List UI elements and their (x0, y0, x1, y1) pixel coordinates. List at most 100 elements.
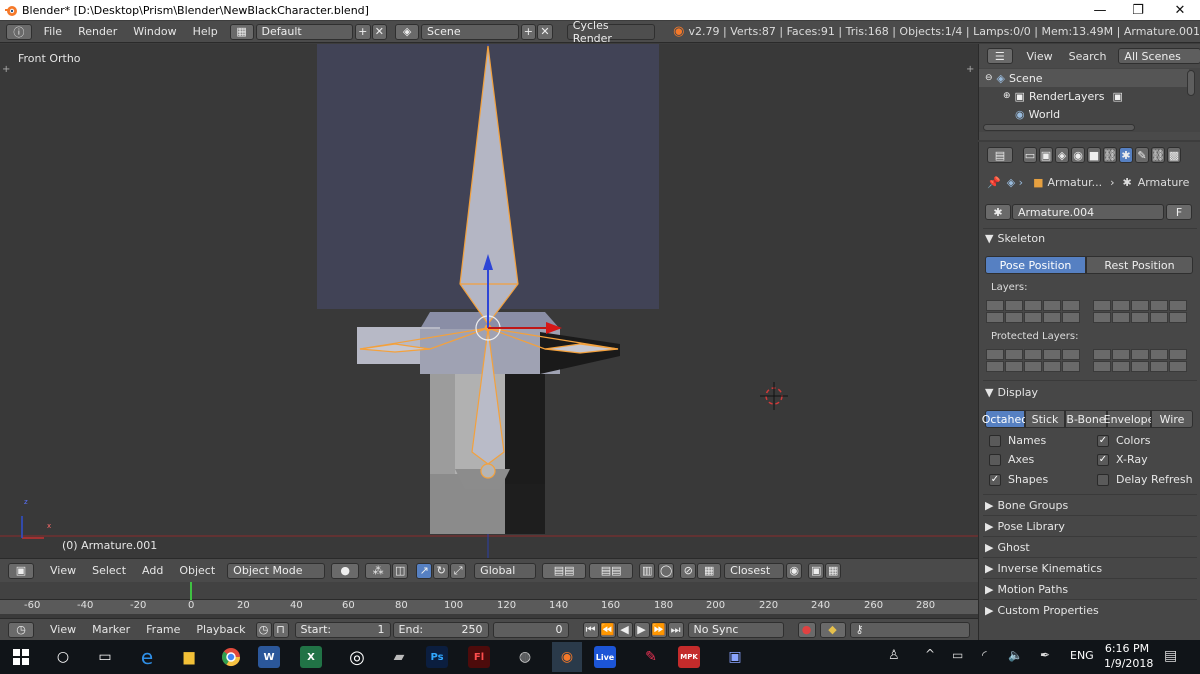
current-frame-field[interactable]: 0 (492, 621, 569, 638)
paint-app-icon[interactable]: ✎ (636, 642, 666, 672)
draw-type-octahedral[interactable]: Octahed (982, 410, 1028, 428)
editor-type-outliner-icon[interactable]: ☰ (987, 48, 1013, 64)
manipulator-rotate-icon[interactable]: ↻ (433, 562, 450, 579)
motion-paths-panel-header[interactable]: ▶ Motion Paths (985, 579, 1195, 599)
draw-type-envelope[interactable]: Envelope (1104, 410, 1154, 428)
flash-icon[interactable]: Fl (468, 646, 490, 668)
snap-toggle-icon[interactable]: ⊘ (680, 562, 697, 579)
jump-start-icon[interactable]: ⏮ (582, 621, 599, 638)
record-icon[interactable]: ● (797, 621, 816, 638)
chrome-canary-icon[interactable]: ◎ (342, 642, 372, 672)
tab-bone-constraints-icon[interactable]: ⛓ (1151, 147, 1165, 163)
scene-layers-grid-2[interactable]: ▤▤ (589, 562, 634, 579)
blender-taskbar-icon[interactable]: ◉ (552, 642, 582, 672)
close-button[interactable]: ✕ (1160, 0, 1200, 20)
manipulator-scale-icon[interactable]: ⤢ (450, 562, 467, 579)
outliner-h-scrollbar[interactable] (983, 124, 1135, 131)
tab-renderlayers-icon[interactable]: ▣ (1039, 147, 1053, 163)
jump-key-back-icon[interactable]: ⏪ (599, 621, 616, 638)
opengl-render-icon[interactable]: ▣ (808, 562, 825, 579)
scene-icon[interactable]: ◈ (395, 23, 420, 40)
timeline-editor[interactable]: -60 -40 -20 0 20 40 60 80 100 120 140 16… (0, 582, 978, 618)
render-engine-select[interactable]: Cycles Render (566, 19, 656, 45)
current-frame-marker[interactable] (190, 582, 192, 600)
excel-icon[interactable]: X (300, 646, 322, 668)
interaction-mode-select[interactable]: Object Mode (227, 562, 326, 579)
scene-layers-grid[interactable]: ▤▤ (542, 562, 587, 579)
renderlayer-toggle-icon[interactable]: ▣ (1113, 90, 1123, 103)
shapes-checkbox[interactable]: ✓ Shapes (989, 473, 1048, 486)
tab-bone-icon[interactable]: ✎ (1135, 147, 1149, 163)
lock-layers-icon[interactable]: ▥ (639, 562, 656, 579)
bone-layers-grid-b[interactable] (1093, 300, 1187, 323)
pen-icon[interactable]: ✒ (1040, 648, 1050, 662)
start-frame-field[interactable]: Start: 1 (294, 621, 391, 638)
action-center-icon[interactable]: ▤ (1164, 648, 1177, 664)
outliner-item-world[interactable]: ◉ World (979, 105, 1189, 123)
pose-library-panel-header[interactable]: ▶ Pose Library (985, 516, 1195, 536)
checkbox-box[interactable] (989, 453, 1001, 466)
outliner-item-scene[interactable]: ⊖ ◈ Scene (979, 69, 1189, 87)
bone-groups-panel-header[interactable]: ▶ Bone Groups (985, 495, 1195, 515)
tab-render-icon[interactable]: ▭ (1023, 147, 1037, 163)
draw-type-stick[interactable]: Stick (1025, 410, 1065, 428)
3d-cursor-icon[interactable] (760, 382, 788, 410)
pose-position-button[interactable]: Pose Position (985, 256, 1086, 274)
names-checkbox[interactable]: Names (989, 434, 1046, 447)
file-explorer-icon[interactable]: ▆ (174, 642, 204, 672)
clock-time[interactable]: 6:16 PM (1104, 642, 1150, 655)
menu-object[interactable]: Object (171, 564, 223, 577)
menu-select[interactable]: Select (84, 564, 134, 577)
editor-type-3d-icon[interactable]: ▣ (8, 562, 34, 579)
shading-mode-icon[interactable]: ● (331, 562, 360, 579)
sync-mode-select[interactable]: No Sync (687, 621, 784, 638)
editor-type-timeline-icon[interactable]: ◷ (8, 621, 34, 638)
snap-align-icon[interactable]: ◉ (786, 562, 803, 579)
edge-browser-icon[interactable]: e (132, 642, 162, 672)
draw-type-bbone[interactable]: B-Bone (1065, 410, 1107, 428)
battery-icon[interactable]: ▭ (952, 648, 963, 662)
play-reverse-icon[interactable]: ◀ (616, 621, 633, 638)
checkmark-icon[interactable]: ✓ (1097, 434, 1109, 447)
mpk-mini-icon[interactable]: MPK (678, 646, 700, 668)
preview-range-icon[interactable]: ◷ (255, 621, 272, 638)
menu-help[interactable]: Help (185, 25, 226, 38)
colors-checkbox[interactable]: ✓ Colors (1097, 434, 1150, 447)
add-scene-icon[interactable]: + (520, 23, 537, 40)
bone-layers-grid-a[interactable] (986, 300, 1080, 323)
menu-frame[interactable]: Frame (138, 623, 188, 636)
checkmark-icon[interactable]: ✓ (989, 473, 1001, 486)
menu-view[interactable]: View (42, 564, 84, 577)
manipulator-translate-icon[interactable]: ↗ (416, 562, 433, 579)
display-panel-header[interactable]: ▼ Display (985, 382, 1195, 402)
fake-user-button[interactable]: F (1166, 204, 1192, 220)
checkbox-box[interactable] (989, 434, 1001, 447)
menu-add[interactable]: Add (134, 564, 171, 577)
inverse-kinematics-panel-header[interactable]: ▶ Inverse Kinematics (985, 558, 1195, 578)
armature-data-icon[interactable]: ✱ (985, 204, 1011, 220)
windows-start-icon[interactable] (6, 642, 36, 672)
language-indicator[interactable]: ENG (1070, 649, 1094, 662)
expand-icon[interactable]: ⊖ (985, 73, 993, 83)
lock-range-icon[interactable]: ⊓ (272, 621, 289, 638)
obs-icon[interactable]: ◍ (510, 642, 540, 672)
menu-window[interactable]: Window (125, 25, 184, 38)
word-icon[interactable]: W (258, 646, 280, 668)
expand-icon[interactable]: ⊕ (1003, 91, 1011, 101)
search-icon[interactable]: ○ (48, 642, 78, 672)
axes-checkbox[interactable]: Axes (989, 453, 1034, 466)
custom-properties-panel-header[interactable]: ▶ Custom Properties (985, 600, 1195, 620)
tab-constraints-icon[interactable]: ⛓ (1103, 147, 1117, 163)
opengl-anim-icon[interactable]: ▦ (825, 562, 842, 579)
snap-element-icon[interactable]: ▦ (697, 562, 722, 579)
timeline-track[interactable] (0, 582, 978, 600)
corner-widget-right-icon[interactable]: + (966, 64, 974, 75)
maximize-button[interactable]: ❐ (1118, 0, 1158, 20)
minimize-button[interactable]: — (1080, 0, 1120, 20)
remove-scene-icon[interactable]: ✕ (537, 23, 553, 40)
checkbox-box[interactable] (1097, 473, 1109, 486)
photoshop-icon[interactable]: Ps (426, 646, 448, 668)
timeline-ruler[interactable] (0, 600, 978, 614)
protected-layers-grid-a[interactable] (986, 349, 1080, 372)
add-screen-icon[interactable]: + (354, 23, 371, 40)
